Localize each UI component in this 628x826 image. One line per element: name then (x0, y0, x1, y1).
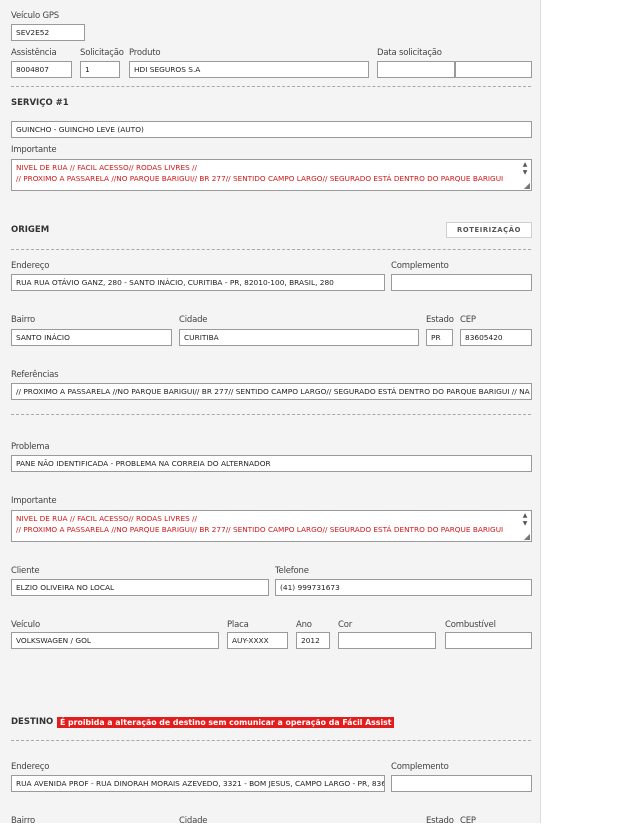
scroll-arrows-icon[interactable]: ▲ ▼ (520, 512, 530, 528)
destino-cidade-label: Cidade (179, 816, 208, 826)
data-solicitacao-date-field[interactable] (377, 61, 455, 78)
cliente-label: Cliente (11, 566, 40, 576)
origem-cidade-field[interactable]: CURITIBA (179, 329, 419, 346)
destino-title: DESTINO (11, 717, 54, 727)
roteirizacao-button[interactable]: ROTEIRIZAÇÃO (446, 222, 532, 238)
destino-endereco-field[interactable]: RUA AVENIDA PROF - RUA DINORAH MORAIS AZ… (11, 775, 385, 792)
ano-field[interactable]: 2012 (296, 632, 330, 649)
resize-grip-icon[interactable]: ◢ (524, 181, 530, 190)
combustivel-label: Combustível (445, 620, 496, 630)
service-form-panel: Veículo GPS SEV2E52 Assistência 8004807 … (0, 0, 541, 826)
data-solicitacao-time-field[interactable] (455, 61, 532, 78)
origem-estado-label: Estado (426, 315, 454, 325)
origem-referencias-field[interactable]: // PROXIMO A PASSARELA //NO PARQUE BARIG… (11, 383, 532, 400)
origem-title: ORIGEM (11, 225, 50, 235)
problema-field[interactable]: PANE NÃO IDENTIFICADA - PROBLEMA NA CORR… (11, 455, 532, 472)
destino-cep-label: CEP (460, 816, 476, 826)
resize-grip-icon[interactable]: ◢ (524, 532, 530, 541)
origem-bairro-field[interactable]: SANTO INÁCIO (11, 329, 172, 346)
placa-field[interactable]: AUY-XXXX (227, 632, 288, 649)
servico-field[interactable]: GUINCHO - GUINCHO LEVE (AUTO) (11, 121, 532, 138)
veiculo-gps-label: Veículo GPS (11, 11, 59, 21)
cor-label: Cor (338, 620, 353, 630)
origem-referencias-label: Referências (11, 370, 59, 380)
veiculo-label: Veículo (11, 620, 40, 630)
scroll-arrows-icon[interactable]: ▲ ▼ (520, 161, 530, 177)
importante-label: Importante (11, 496, 57, 506)
origem-bairro-label: Bairro (11, 315, 36, 325)
origem-cidade-label: Cidade (179, 315, 208, 325)
placa-label: Placa (227, 620, 249, 630)
problema-label: Problema (11, 442, 50, 452)
servico-title: SERVIÇO #1 (11, 98, 69, 108)
combustivel-field[interactable] (445, 632, 532, 649)
cor-field[interactable] (338, 632, 436, 649)
assistencia-label: Assistência (11, 48, 57, 58)
solicitacao-label: Solicitação (80, 48, 124, 58)
veiculo-field[interactable]: VOLKSWAGEN / GOL (11, 632, 219, 649)
importante-line: NIVEL DE RUA // FACIL ACESSO// RODAS LIV… (16, 163, 197, 172)
origem-cep-label: CEP (460, 315, 476, 325)
destino-endereco-label: Endereço (11, 762, 50, 772)
telefone-label: Telefone (275, 566, 309, 576)
destino-bairro-label: Bairro (11, 816, 36, 826)
importante-line: // PROXIMO A PASSARELA //NO PARQUE BARIG… (16, 525, 504, 534)
servico-importante-label: Importante (11, 145, 57, 155)
destino-complemento-label: Complemento (391, 762, 449, 772)
origem-endereco-field[interactable]: RUA RUA OTÁVIO GANZ, 280 - SANTO INÁCIO,… (11, 274, 385, 291)
destino-complemento-field[interactable] (391, 775, 532, 792)
servico-importante-textarea[interactable]: NIVEL DE RUA // FACIL ACESSO// RODAS LIV… (11, 159, 532, 191)
origem-complemento-label: Complemento (391, 261, 449, 271)
assistencia-field[interactable]: 8004807 (11, 61, 72, 78)
solicitacao-field[interactable]: 1 (80, 61, 120, 78)
produto-field[interactable]: HDI SEGUROS S.A (129, 61, 369, 78)
importante-textarea[interactable]: NIVEL DE RUA // FACIL ACESSO// RODAS LIV… (11, 510, 532, 542)
section-divider (11, 740, 531, 741)
produto-label: Produto (129, 48, 161, 58)
section-divider (11, 414, 531, 415)
ano-label: Ano (296, 620, 312, 630)
importante-line: NIVEL DE RUA // FACIL ACESSO// RODAS LIV… (16, 514, 197, 523)
data-solicitacao-label: Data solicitação (377, 48, 442, 58)
section-divider (11, 86, 531, 87)
telefone-field[interactable]: (41) 999731673 (275, 579, 532, 596)
origem-endereco-label: Endereço (11, 261, 50, 271)
destino-estado-label: Estado (426, 816, 454, 826)
origem-estado-field[interactable]: PR (426, 329, 453, 346)
destino-warning-badge: É proibida a alteração de destino sem co… (57, 717, 395, 728)
section-divider (11, 249, 531, 250)
origem-cep-field[interactable]: 83605420 (460, 329, 532, 346)
veiculo-gps-field[interactable]: SEV2E52 (11, 24, 85, 41)
importante-line: // PROXIMO A PASSARELA //NO PARQUE BARIG… (16, 174, 504, 183)
origem-complemento-field[interactable] (391, 274, 532, 291)
cliente-field[interactable]: ELZIO OLIVEIRA NO LOCAL (11, 579, 269, 596)
